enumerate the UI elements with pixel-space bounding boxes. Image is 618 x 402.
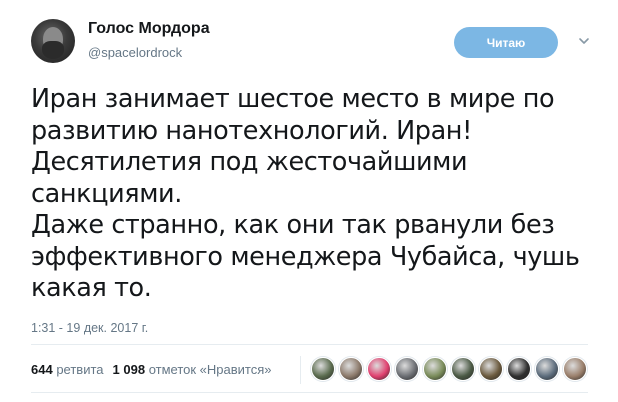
likes-label: отметок «Нравится» <box>148 362 272 377</box>
tweet-text-line: Даже странно, как они так рванули без <box>31 210 555 240</box>
tweet-text-line: какая то. <box>31 273 152 303</box>
tweet-stats: 644 ретвита 1 098 отметок «Нравится» <box>31 362 272 377</box>
chevron-down-icon[interactable] <box>577 34 591 48</box>
tweet-text-line: развитию нанотехнологий. Иран! <box>31 115 472 146</box>
tweet-text-line: Десятилетия под жесточайшими <box>31 147 468 177</box>
likes-stat[interactable]: 1 098 отметок «Нравится» <box>113 362 272 377</box>
liker-avatar[interactable] <box>367 357 391 381</box>
liker-avatar[interactable] <box>395 357 419 381</box>
liker-avatar[interactable] <box>563 357 587 381</box>
retweets-label: ретвита <box>56 362 104 377</box>
divider <box>31 392 588 393</box>
retweets-count: 644 <box>31 362 53 377</box>
avatar-beard <box>42 41 64 59</box>
author-handle[interactable]: @spacelordrock <box>88 45 182 60</box>
retweets-stat[interactable]: 644 ретвита <box>31 362 104 377</box>
liker-avatar[interactable] <box>479 357 503 381</box>
follow-button[interactable]: Читаю <box>454 27 558 58</box>
stats-separator <box>300 356 301 384</box>
liker-avatar[interactable] <box>423 357 447 381</box>
tweet-text-line: санкциями. <box>31 178 182 209</box>
tweet-text: Иран занимает шестое место в мире по раз… <box>31 84 601 305</box>
liker-avatar[interactable] <box>507 357 531 381</box>
tweet-text-line: эффективного менеджера Чубайса, чушь <box>31 241 580 272</box>
likes-count: 1 098 <box>112 362 146 377</box>
divider <box>31 344 588 345</box>
author-display-name[interactable]: Голос Мордора <box>88 20 210 38</box>
author-avatar[interactable] <box>31 19 75 63</box>
tweet-text-line: Иран занимает шестое место в мире по <box>31 84 555 114</box>
liker-avatar[interactable] <box>451 357 475 381</box>
likers-avatars <box>311 357 587 381</box>
liker-avatar[interactable] <box>535 357 559 381</box>
liker-avatar[interactable] <box>311 357 335 381</box>
liker-avatar[interactable] <box>339 357 363 381</box>
tweet-timestamp[interactable]: 1:31 - 19 дек. 2017 г. <box>31 321 148 335</box>
